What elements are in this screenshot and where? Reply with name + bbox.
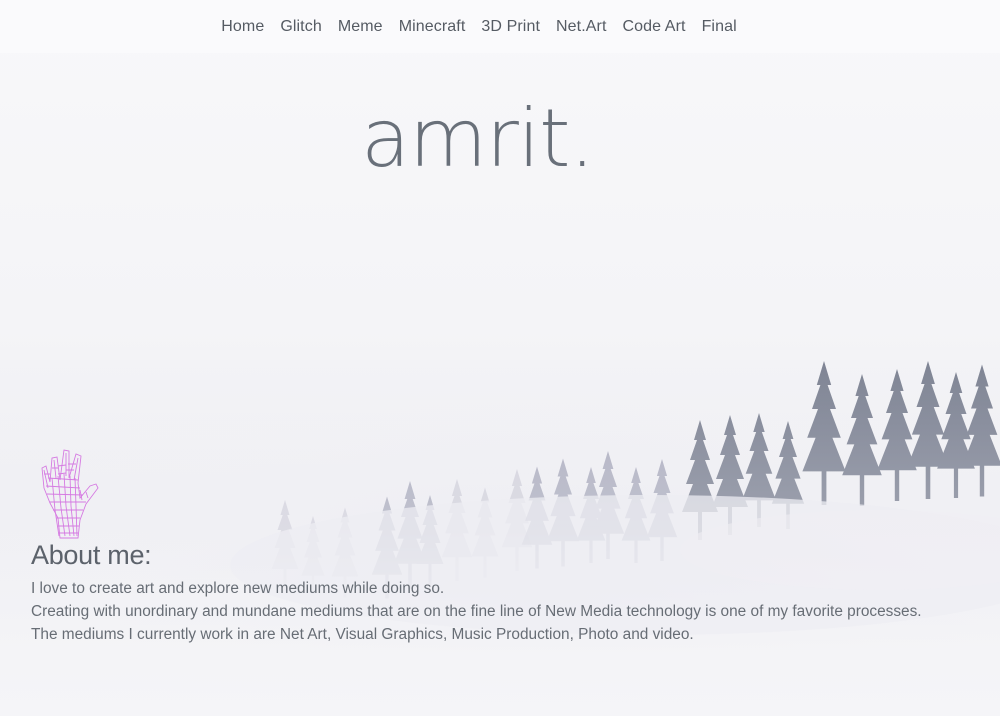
nav-list: Home Glitch Meme Minecraft 3D Print Net.… bbox=[221, 18, 737, 36]
nav-link-final[interactable]: Final bbox=[702, 18, 737, 35]
about-text: I love to create art and explore new med… bbox=[31, 577, 922, 646]
nav-link-net-art[interactable]: Net.Art bbox=[556, 18, 607, 35]
nav-link-code-art[interactable]: Code Art bbox=[623, 18, 686, 35]
wireframe-hand-icon bbox=[41, 449, 99, 539]
page: Home Glitch Meme Minecraft 3D Print Net.… bbox=[0, 0, 1000, 716]
nav-link-glitch[interactable]: Glitch bbox=[280, 18, 322, 35]
site-title: amrit. bbox=[361, 92, 595, 185]
about-line-2: Creating with unordinary and mundane med… bbox=[31, 603, 922, 620]
nav-link-minecraft[interactable]: Minecraft bbox=[399, 18, 466, 35]
nav-link-3d-print[interactable]: 3D Print bbox=[481, 18, 540, 35]
nav-link-meme[interactable]: Meme bbox=[338, 18, 383, 35]
top-navbar: Home Glitch Meme Minecraft 3D Print Net.… bbox=[0, 0, 1000, 53]
about-heading: About me: bbox=[31, 540, 152, 570]
misty-forest-background bbox=[0, 300, 1000, 716]
about-section: About me: I love to create art and explo… bbox=[31, 540, 922, 646]
about-line-1: I love to create art and explore new med… bbox=[31, 580, 445, 597]
about-line-3: The mediums I currently work in are Net … bbox=[31, 626, 694, 643]
nav-link-home[interactable]: Home bbox=[221, 18, 264, 35]
